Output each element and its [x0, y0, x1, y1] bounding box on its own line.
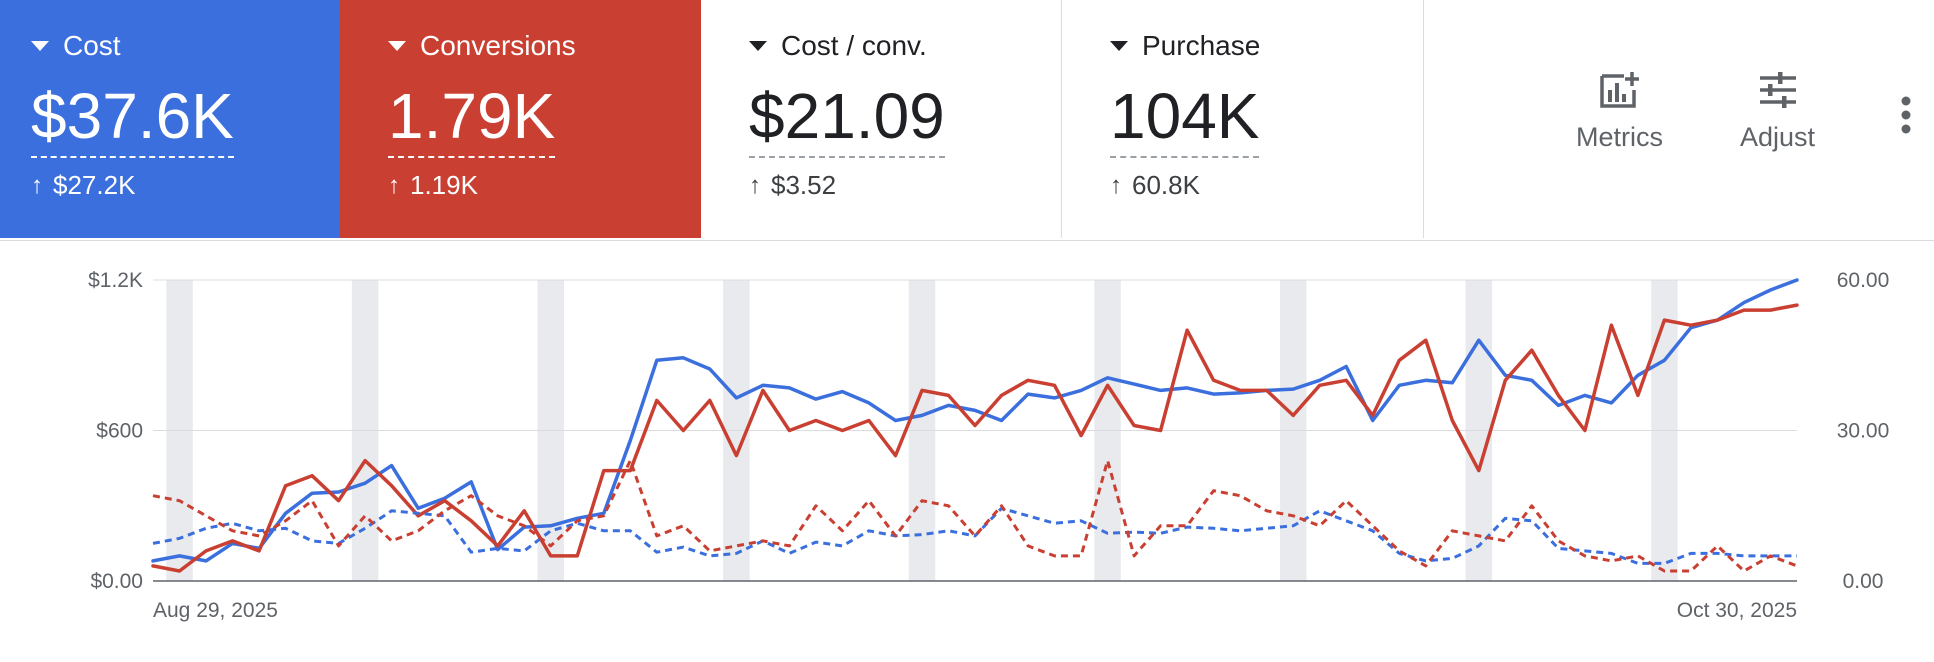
arrow-up-icon: ↑ — [749, 171, 761, 199]
y-right-tick-label: 0.00 — [1843, 570, 1884, 593]
y-left-tick-label: $600 — [96, 420, 143, 443]
scorecard-value: $37.6K — [31, 78, 234, 158]
adjust-button[interactable]: Adjust — [1740, 70, 1815, 153]
series-line-2 — [151, 303, 1799, 573]
scorecard-delta: ↑ $27.2K — [31, 170, 135, 201]
x-axis-end-label: Oct 30, 2025 — [1677, 599, 1797, 622]
arrow-up-icon: ↑ — [31, 171, 43, 199]
metrics-label: Metrics — [1576, 122, 1663, 152]
y-left-tick-label: $0.00 — [90, 570, 143, 593]
scorecard-cost[interactable]: Cost $37.6K ↑ $27.2K — [0, 0, 340, 238]
scorecard-label: Cost / conv. — [749, 30, 927, 62]
scorecard-label-text: Conversions — [420, 30, 576, 61]
dropdown-triangle-icon — [749, 41, 767, 51]
scorecard-delta: ↑ 1.19K — [388, 170, 478, 201]
scorecard-label: Cost — [31, 30, 121, 62]
scorecard-delta-text: $3.52 — [771, 170, 837, 200]
tune-icon — [1759, 72, 1796, 108]
series-lines — [151, 278, 1799, 573]
series-line-3 — [152, 506, 1797, 565]
scorecard-delta: ↑ $3.52 — [749, 170, 836, 201]
metrics-button[interactable]: Metrics — [1576, 70, 1663, 153]
more-options-button[interactable] — [1900, 96, 1912, 141]
dropdown-triangle-icon — [31, 41, 49, 51]
scorecard-label-text: Cost — [63, 30, 121, 61]
scorecard-delta-text: 60.8K — [1132, 170, 1200, 200]
scorecard-conversions[interactable]: Conversions 1.79K ↑ 1.19K — [340, 0, 701, 238]
scorecard-label: Conversions — [388, 30, 576, 62]
scorecard-delta-text: 1.19K — [410, 170, 478, 200]
y-right-tick-label: 60.00 — [1837, 269, 1890, 292]
more-vert-icon — [1901, 96, 1911, 134]
x-axis-start-label: Aug 29, 2025 — [153, 599, 278, 622]
dropdown-triangle-icon — [388, 41, 406, 51]
series-line-1 — [151, 278, 1799, 563]
add-chart-icon — [1599, 72, 1639, 108]
scorecard-label-text: Purchase — [1142, 30, 1261, 61]
x-axis-labels: Aug 29, 2025 Oct 30, 2025 — [153, 599, 1797, 622]
y-left-tick-label: $1.2K — [88, 269, 143, 292]
arrow-up-icon: ↑ — [1110, 171, 1122, 199]
scorecard-cost-per-conv[interactable]: Cost / conv. $21.09 ↑ $3.52 — [701, 0, 1062, 238]
adjust-label: Adjust — [1740, 122, 1816, 152]
chart-toolbar: Metrics Adjust — [1424, 0, 1934, 240]
scorecard-label-text: Cost / conv. — [781, 30, 927, 61]
scorecard-value: 1.79K — [388, 78, 556, 158]
arrow-up-icon: ↑ — [388, 171, 400, 199]
dropdown-triangle-icon — [1110, 41, 1128, 51]
scorecard-bar: Cost $37.6K ↑ $27.2K Conversions 1.79K ↑ 1… — [0, 0, 1934, 241]
scorecard-label: Purchase — [1110, 30, 1260, 62]
scorecard-delta: ↑ 60.8K — [1110, 170, 1200, 201]
scorecard-purchase[interactable]: Purchase 104K ↑ 60.8K — [1062, 0, 1424, 238]
scorecard-delta-text: $27.2K — [53, 170, 136, 200]
performance-chart: $0.00 $600 $1.2K 0.00 30.00 60.00 Aug 29, 202… — [88, 269, 1890, 622]
scorecard-value: $21.09 — [749, 78, 945, 158]
scorecard-value: 104K — [1110, 78, 1260, 158]
y-right-tick-label: 30.00 — [1837, 420, 1890, 443]
